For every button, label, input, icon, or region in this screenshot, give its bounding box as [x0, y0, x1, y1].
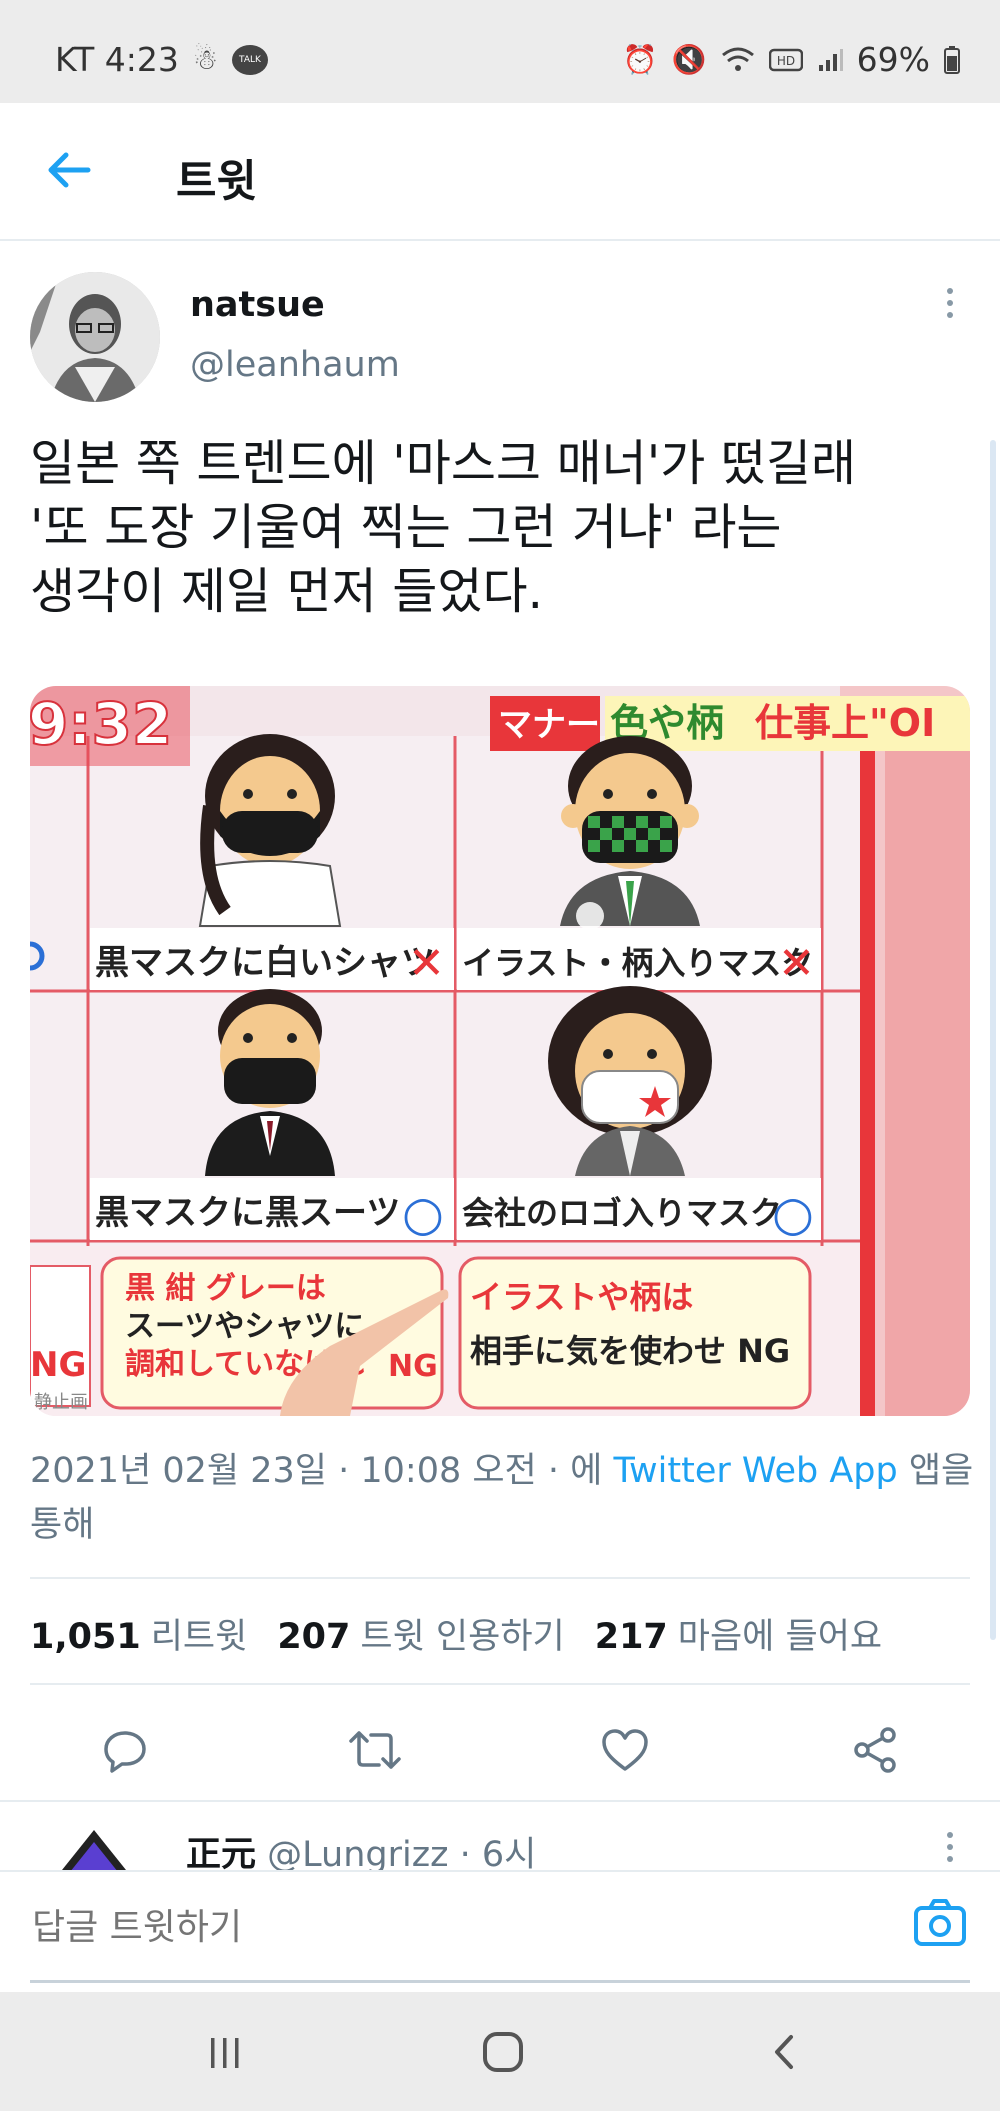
- author-name[interactable]: natsue: [190, 285, 325, 325]
- likes-label: 마음에 들어요: [677, 1617, 883, 1657]
- avatar[interactable]: [30, 272, 160, 402]
- quotes-count: 207: [277, 1617, 351, 1657]
- system-nav-bar: [0, 1992, 1000, 2111]
- back-arrow-icon[interactable]: [44, 145, 94, 195]
- battery-icon: [944, 45, 960, 74]
- media-still-label: 静止画: [34, 1392, 88, 1413]
- divider: [30, 1577, 970, 1579]
- like-button[interactable]: [585, 1710, 665, 1790]
- media-mark-2: ✕: [778, 938, 815, 989]
- talk-icon: TALK: [231, 44, 268, 75]
- camera-icon[interactable]: [910, 1892, 970, 1952]
- alarm-icon: ⏰: [622, 43, 658, 76]
- status-carrier-time: KT 4:23: [55, 40, 179, 79]
- media-caption-2: イラスト・柄入りマスク: [462, 944, 813, 982]
- media-caption-3: 黒マスクに黒スーツ: [95, 1193, 400, 1233]
- tweet-meta-suffix-2: 통해: [30, 1505, 95, 1545]
- more-options-icon[interactable]: [938, 288, 962, 328]
- figure-black-mask-white-shirt: [198, 734, 342, 927]
- tweet-meta: 2021년 02월 23일 · 10:08 오전 · 에 Twitter Web…: [30, 1444, 980, 1552]
- wifi-icon: [721, 47, 754, 71]
- person-icon: ☃: [192, 43, 218, 76]
- recent-apps-icon: [211, 2038, 239, 2068]
- media-tag-manner: マナー: [498, 705, 600, 745]
- composer-underline: [30, 1980, 970, 1983]
- source-link[interactable]: Twitter Web App: [613, 1451, 897, 1491]
- tweet-text-line: 생각이 제일 먼저 들었다.: [30, 563, 544, 620]
- retweets-label: 리트윗: [150, 1617, 248, 1657]
- heart-icon: [602, 1729, 648, 1771]
- divider: [0, 1800, 1000, 1802]
- tweet-stats: 1,051 리트윗 207 트윗 인용하기 217 마음에 들어요: [30, 1608, 882, 1659]
- app-header: 트윗: [0, 103, 1000, 241]
- quotes-stat[interactable]: 207 트윗 인용하기: [277, 1608, 564, 1659]
- media-caption-4: 会社のロゴ入りマスク: [462, 1194, 782, 1232]
- battery-percent: 69%: [856, 40, 930, 79]
- recent-apps-button[interactable]: [190, 2017, 260, 2087]
- share-button[interactable]: [835, 1710, 915, 1790]
- reply-author-name: 正元: [186, 1835, 257, 1875]
- hd-icon: HD: [768, 48, 803, 71]
- tweet-meta-suffix: 앱을: [897, 1451, 974, 1491]
- author-handle[interactable]: @leanhaum: [190, 345, 400, 385]
- tweet-text-line: 일본 쪽 트렌드에 '마스크 매너'가 떴길래: [30, 435, 857, 492]
- media-left-ng: NG: [30, 1345, 86, 1385]
- signal-icon: [818, 48, 843, 71]
- svg-text:HD: HD: [777, 54, 795, 68]
- home-button[interactable]: [468, 2017, 538, 2087]
- tweet-timestamp: 2021년 02월 23일 · 10:08 오전 · 에: [30, 1451, 614, 1491]
- media-clock: 9:32: [30, 690, 172, 758]
- reply-composer: [0, 1870, 1000, 1992]
- retweets-stat[interactable]: 1,051 리트윗: [30, 1608, 247, 1659]
- likes-count: 217: [594, 1617, 668, 1657]
- media-bubble-left-ng: NG: [388, 1349, 438, 1384]
- media-mark-4: ○: [772, 1186, 814, 1242]
- media-mark-3: ○: [402, 1186, 444, 1242]
- tweet-actions: [0, 1710, 1000, 1790]
- scrollbar[interactable]: [990, 440, 996, 1640]
- home-icon: [483, 2032, 523, 2072]
- reply-handle-time: @Lungrizz · 6시: [256, 1835, 537, 1875]
- tweet-text: 일본 쪽 트렌드에 '마스크 매너'가 떴길래 '또 도장 기울여 찍는 그런 …: [30, 432, 970, 624]
- mute-icon: 🔇: [671, 43, 707, 76]
- retweet-button[interactable]: [335, 1710, 415, 1790]
- media-bubble-left-2: スーツやシャツに: [125, 1309, 364, 1344]
- back-chevron-icon: [775, 2035, 793, 2069]
- media-image: 9:32 マナー 色や柄 仕事上"OI 黒マスクに白いシャツ ✕ イラスト・柄入…: [30, 686, 970, 1416]
- media-bubble-left-1: 黒 紺 グレーは: [125, 1271, 326, 1306]
- reply-button[interactable]: [85, 1710, 165, 1790]
- media-bubble-right-2: 相手に気を使わせ NG: [470, 1332, 790, 1370]
- figure-black-mask-black-suit: [205, 989, 335, 1176]
- media-caption-1: 黒マスクに白いシャツ: [95, 943, 435, 983]
- status-bar: KT 4:23 ☃ TALK ⏰ 🔇 HD 69%: [0, 0, 1000, 103]
- tweet-text-line: '또 도장 기울여 찍는 그런 거냐' 라는: [30, 499, 782, 556]
- retweet-icon: [349, 1731, 401, 1769]
- reply-more-options-icon[interactable]: [938, 1832, 962, 1872]
- retweets-count: 1,051: [30, 1617, 141, 1657]
- divider: [30, 1683, 970, 1685]
- page-title: 트윗: [176, 156, 257, 207]
- tweet-media[interactable]: 9:32 マナー 色や柄 仕事上"OI 黒マスクに白いシャツ ✕ イラスト・柄入…: [30, 686, 970, 1416]
- reply-icon: [104, 1731, 146, 1773]
- figure-pattern-mask: [560, 736, 700, 930]
- status-left: KT 4:23 ☃ TALK: [55, 40, 268, 79]
- media-tag-work: 仕事上"OI: [755, 701, 935, 745]
- back-button[interactable]: [750, 2017, 820, 2087]
- avatar-image: [30, 272, 160, 402]
- share-icon: [854, 1727, 896, 1773]
- reply-input[interactable]: [30, 1896, 894, 1958]
- media-bubble-right-1: イラストや柄は: [470, 1278, 693, 1316]
- quotes-label: 트윗 인용하기: [360, 1617, 565, 1657]
- media-mark-1: ✕: [408, 938, 445, 989]
- status-right: ⏰ 🔇 HD 69%: [623, 40, 960, 79]
- likes-stat[interactable]: 217 마음에 들어요: [595, 1608, 882, 1659]
